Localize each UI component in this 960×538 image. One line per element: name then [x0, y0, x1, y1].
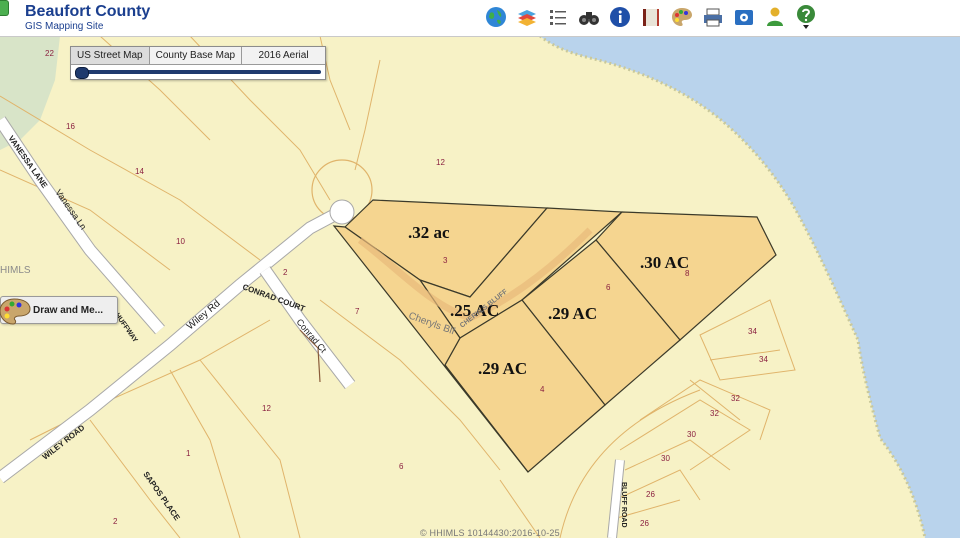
lot-number: 10 [176, 237, 185, 246]
basemap-tab-aerial[interactable]: 2016 Aerial [242, 47, 325, 65]
list-icon[interactable] [546, 5, 570, 29]
lot-number: 32 [731, 394, 740, 403]
app-subtitle: GIS Mapping Site [25, 21, 104, 32]
draw-button-label: Draw and Me... [33, 304, 104, 316]
lot-number: 3 [443, 256, 448, 265]
palette-icon [0, 298, 31, 325]
globe-icon[interactable] [484, 5, 508, 29]
lot-number: 16 [66, 122, 75, 131]
lot-number: 2 [283, 268, 288, 277]
draw-and-measure-button[interactable]: Draw and Me... [0, 296, 118, 325]
info-icon[interactable] [608, 5, 632, 29]
binoculars-icon[interactable] [577, 5, 601, 29]
help-icon[interactable] [794, 5, 818, 29]
lot-number: 8 [685, 269, 690, 278]
user-icon[interactable] [763, 5, 787, 29]
lot-number: 2 [113, 517, 118, 526]
book-icon[interactable] [639, 5, 663, 29]
lot-number: 12 [262, 404, 271, 413]
basemap-tab-county[interactable]: County Base Map [149, 47, 243, 65]
map-canvas[interactable]: .32 ac .25 AC .29 AC .30 AC .29 AC 22 16… [0, 0, 960, 538]
lot-number: 14 [135, 167, 144, 176]
lot-number: 6 [606, 283, 611, 292]
lot-number: 22 [45, 49, 54, 58]
lot-number: 1 [186, 449, 191, 458]
app-logo [0, 0, 9, 16]
lot-number: 4 [540, 385, 545, 394]
app-title: Beaufort County [25, 3, 151, 20]
slider-track [75, 70, 321, 74]
slider-thumb[interactable] [75, 67, 89, 79]
lot-number: 6 [399, 462, 404, 471]
area-label: HIMLS [0, 265, 31, 276]
layers-icon[interactable] [515, 5, 539, 29]
lot-number: 12 [436, 158, 445, 167]
lot-number: 7 [355, 307, 360, 316]
lot-number: 30 [687, 430, 696, 439]
parcel-label-1: .32 ac [408, 223, 450, 242]
lot-number: 34 [759, 355, 768, 364]
lot-number: 32 [710, 409, 719, 418]
basemap-opacity-slider[interactable] [75, 67, 321, 79]
basemap-tab-street[interactable]: US Street Map [71, 47, 150, 65]
basemap-switcher: US Street Map County Base Map 2016 Aeria… [70, 46, 326, 80]
palette-icon[interactable] [670, 5, 694, 29]
parcel-label-3: .29 AC [548, 304, 597, 323]
street-label: BLUFF ROAD [620, 482, 627, 528]
print-icon[interactable] [701, 5, 725, 29]
lot-number: 34 [748, 327, 757, 336]
settings-icon[interactable] [732, 5, 756, 29]
app-header: Beaufort County GIS Mapping Site [0, 0, 960, 37]
toolbar [484, 3, 818, 31]
lot-number: 26 [640, 519, 649, 528]
lot-number: 26 [646, 490, 655, 499]
parcel-label-5: .29 AC [478, 359, 527, 378]
parcel-label-4: .30 AC [640, 253, 689, 272]
copyright-watermark: © HHIMLS 10144430:2016-10-25 [420, 528, 560, 538]
lot-number: 30 [661, 454, 670, 463]
